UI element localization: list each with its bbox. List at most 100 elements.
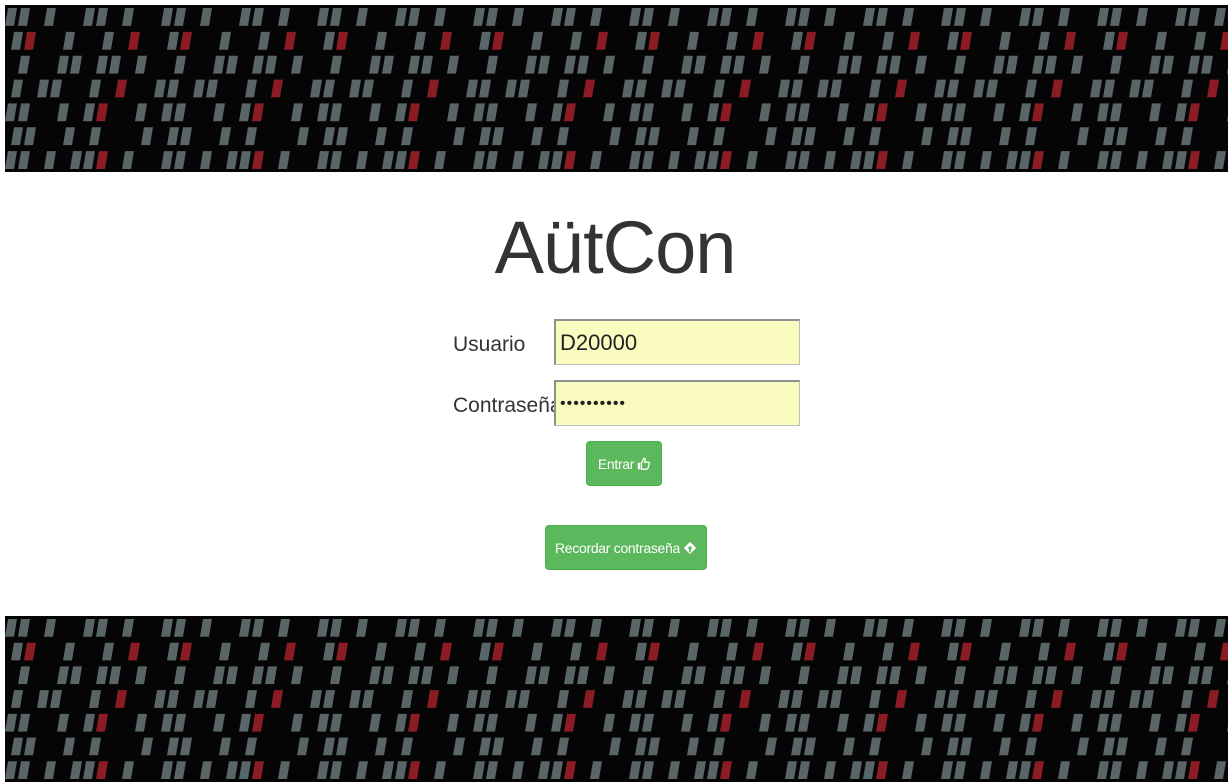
banner-tile (538, 151, 550, 169)
banner-tile (414, 31, 426, 50)
banner-tile (50, 79, 62, 98)
banner-tile (1110, 666, 1122, 685)
banner-tile (1019, 151, 1031, 169)
banner-tile (973, 690, 985, 708)
banner-tile (330, 666, 342, 685)
banner-tile (24, 31, 36, 50)
banner-tile (1071, 666, 1083, 685)
banner-tile (395, 713, 407, 732)
banner-tile (876, 103, 888, 122)
banner-tile (642, 713, 654, 732)
banner-tile (1032, 713, 1044, 732)
banner-tile (1025, 737, 1037, 756)
banner-tile (733, 55, 745, 74)
banner-tile (889, 55, 901, 74)
banner-tile (1227, 725, 1228, 732)
banner-tile (674, 690, 686, 708)
banner-tile (1188, 761, 1200, 779)
banner-tile (382, 55, 394, 74)
banner-tile (83, 151, 95, 169)
banner-tile (843, 127, 855, 146)
banner-tile (408, 151, 420, 169)
banner-tile (1090, 690, 1102, 708)
banner-tile (629, 619, 641, 637)
banner-tile (902, 151, 914, 169)
banner-tile (492, 642, 504, 661)
banner-tile (1110, 55, 1122, 74)
password-field[interactable] (554, 380, 800, 426)
banner-tile (947, 127, 959, 146)
banner-tile (518, 690, 530, 708)
banner-tile (960, 31, 972, 50)
banner-tile (603, 55, 615, 74)
banner-tile (902, 761, 914, 779)
banner-tile (830, 79, 842, 98)
banner-tile (1038, 31, 1050, 50)
banner-tile (83, 619, 95, 637)
banner-tile (70, 55, 82, 74)
banner-tile (70, 761, 82, 779)
banner-tile (44, 8, 56, 26)
banner-tile (635, 127, 647, 146)
banner-tile (954, 619, 966, 637)
banner-tile (635, 31, 647, 50)
banner-tile (1175, 619, 1187, 637)
banner-tile (291, 666, 303, 685)
banner-tile (492, 737, 504, 756)
banner-tile (57, 713, 69, 732)
banner-tile (629, 8, 641, 26)
banner-tile (720, 151, 732, 169)
banner-tile (583, 79, 595, 98)
banner-tile (525, 666, 537, 685)
banner-tile (850, 761, 862, 779)
banner-tile (89, 127, 101, 146)
banner-tile (1019, 713, 1031, 732)
banner-tile (180, 642, 192, 661)
banner-tile (336, 127, 348, 146)
banner-tile (408, 55, 420, 74)
banner-tile (135, 713, 147, 732)
remember-password-button[interactable]: Recordar contraseña (545, 525, 707, 570)
banner-tile (486, 103, 498, 122)
login-button-label: Entrar (597, 455, 635, 472)
username-field[interactable] (554, 319, 800, 365)
remember-password-label: Recordar contraseña (554, 539, 681, 556)
banner-tile (11, 737, 23, 756)
banner-tile (525, 55, 537, 74)
banner-tile (1032, 8, 1044, 26)
banner-tile (89, 79, 101, 98)
banner-tile (213, 55, 225, 74)
banner-tile (850, 666, 862, 685)
banner-tile (219, 737, 231, 756)
banner-tile (733, 666, 745, 685)
login-button[interactable]: Entrar (586, 441, 662, 486)
banner-tile (1006, 761, 1018, 779)
banner-tile (1175, 151, 1187, 169)
login-page: AütCon Usuario Contraseña Entrar Recorda… (0, 0, 1230, 782)
banner-tile (863, 713, 875, 732)
banner-tile (629, 761, 641, 779)
banner-tile (330, 619, 342, 637)
banner-tile (791, 31, 803, 50)
banner-tile (486, 151, 498, 169)
banner-tile (1032, 55, 1044, 74)
banner-tile (752, 31, 764, 50)
banner-tile (1181, 737, 1193, 756)
banner-tile (1155, 31, 1167, 50)
banner-tile (18, 103, 30, 122)
banner-tile (512, 8, 524, 26)
banner-tile (323, 31, 335, 50)
banner-tile (947, 737, 959, 756)
banner-tile (668, 8, 680, 26)
banner-tile (252, 619, 264, 637)
banner-tile (1136, 8, 1148, 26)
banner-tile (1188, 55, 1200, 74)
banner-tile (1110, 761, 1122, 779)
banner-tile (375, 31, 387, 50)
banner-tile (1175, 761, 1187, 779)
banner-tile (219, 642, 231, 661)
banner-tile (1214, 761, 1226, 779)
banner-tile (850, 151, 862, 169)
banner-tile (109, 666, 121, 685)
banner-tile (999, 737, 1011, 756)
